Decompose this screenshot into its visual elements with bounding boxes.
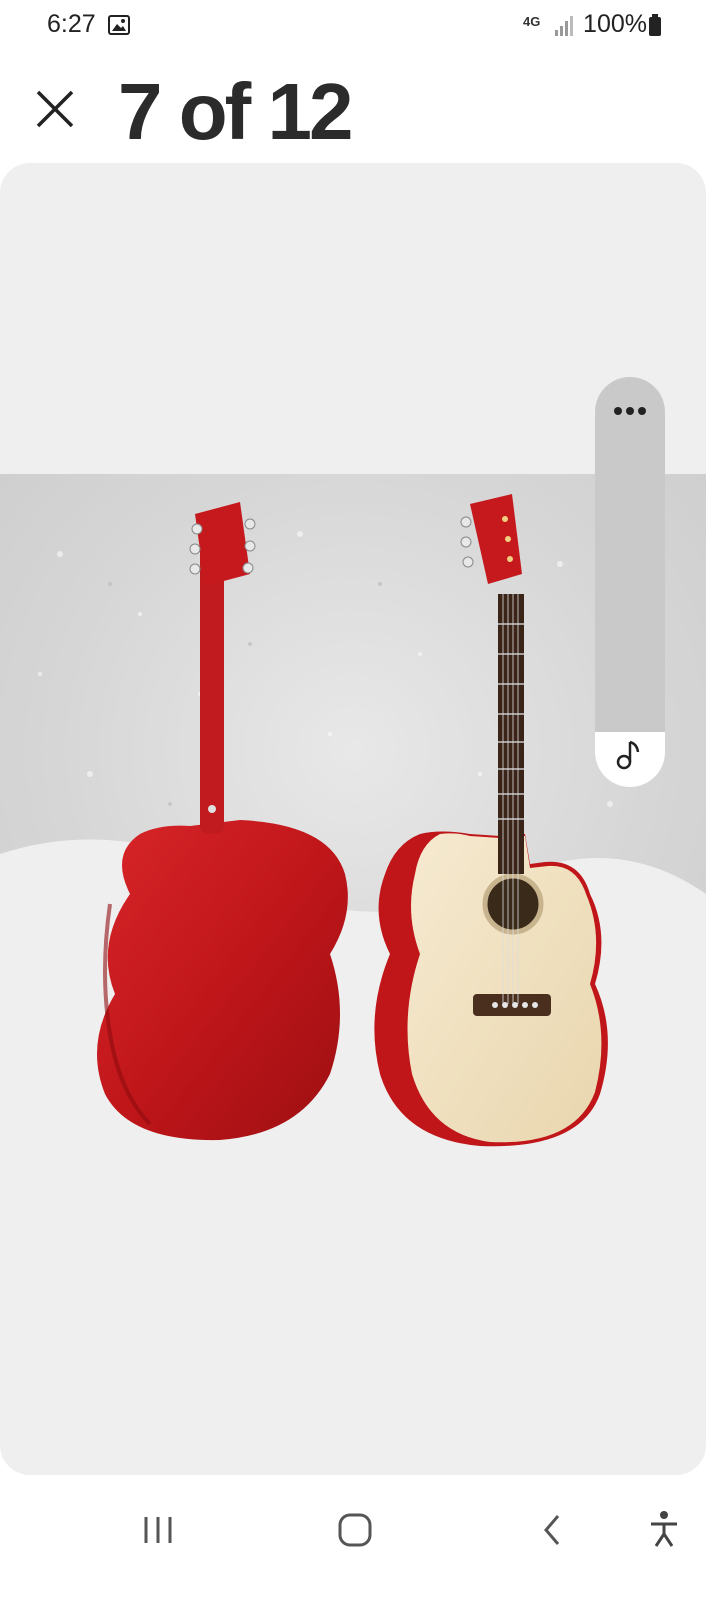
navigation-bar <box>0 1478 720 1600</box>
close-button[interactable] <box>30 82 82 134</box>
image-notification-icon <box>108 15 130 35</box>
battery-percent: 100% <box>583 10 647 38</box>
side-controls <box>595 377 665 787</box>
back-button[interactable] <box>522 1500 582 1560</box>
accessibility-icon <box>651 1511 677 1547</box>
recent-apps-button[interactable] <box>128 1500 188 1560</box>
status-bar: 6:27 4G 100% <box>0 0 720 52</box>
signal-icon: 4G <box>523 14 573 36</box>
close-icon <box>36 90 74 128</box>
music-note-icon <box>616 740 640 770</box>
page-title: 7 of 12 <box>118 67 353 156</box>
recent-apps-icon <box>144 1517 172 1543</box>
more-options-icon <box>614 407 646 415</box>
music-button[interactable] <box>595 732 665 787</box>
home-button[interactable] <box>325 1500 385 1560</box>
header: 7 of 12 <box>0 60 720 160</box>
back-icon <box>544 1515 560 1545</box>
lte-label: 4G <box>523 14 540 29</box>
image-viewer[interactable] <box>0 163 706 1475</box>
accessibility-button[interactable] <box>634 1500 694 1560</box>
battery-icon <box>649 14 661 36</box>
home-icon <box>338 1513 372 1547</box>
more-options-button[interactable] <box>595 377 665 447</box>
status-time: 6:27 <box>47 10 96 38</box>
